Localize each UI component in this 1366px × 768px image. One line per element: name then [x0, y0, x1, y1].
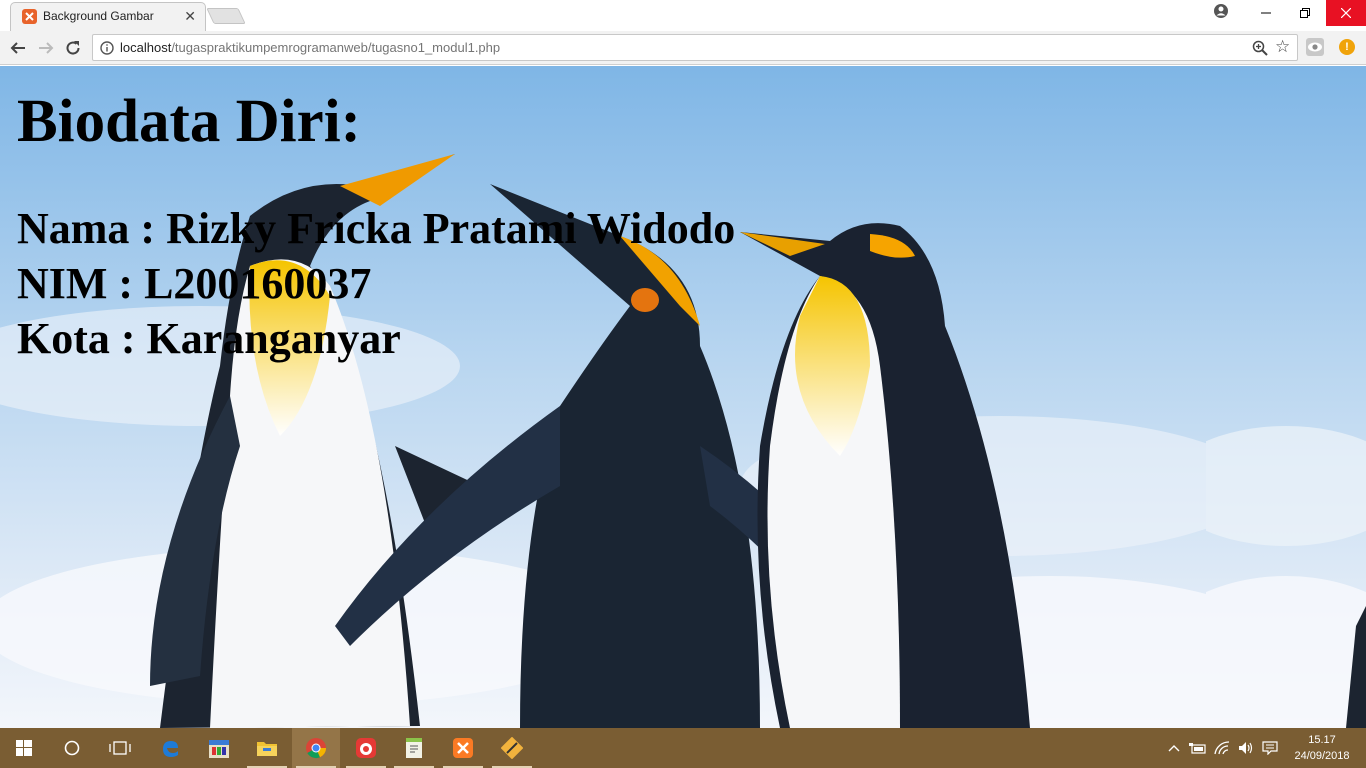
battery-button[interactable] [1187, 728, 1209, 768]
nama-line: Nama : Rizky Fricka Pratami Widodo [17, 204, 736, 253]
minimize-button[interactable] [1246, 0, 1286, 26]
edge-icon [163, 741, 178, 757]
kota-line: Kota : Karanganyar [17, 314, 401, 363]
taskbar-clock[interactable]: 15.17 24/09/2018 [1284, 732, 1360, 764]
background-tile-image [1206, 66, 1366, 728]
chevron-up-icon [1168, 745, 1180, 752]
forward-arrow-icon [39, 42, 54, 54]
notification-icon [1262, 741, 1278, 755]
back-button[interactable] [8, 38, 28, 58]
nim-line: NIM : L200160037 [17, 259, 372, 308]
page-viewport: Biodata Diri: Nama : Rizky Fricka Pratam… [0, 66, 1366, 728]
bookmark-star-icon[interactable]: ☆ [1275, 38, 1290, 56]
minimize-icon [1261, 12, 1271, 14]
browser-tab[interactable]: Background Gambar ✕ [10, 2, 206, 31]
close-window-button[interactable] [1326, 0, 1366, 26]
action-center-button[interactable] [1259, 728, 1281, 768]
page-heading: Biodata Diri: [17, 88, 361, 155]
reload-icon [66, 41, 80, 55]
cortana-icon [64, 740, 80, 756]
file-explorer-app[interactable] [243, 728, 291, 768]
wifi-button[interactable] [1211, 728, 1233, 768]
editor-app[interactable] [488, 728, 536, 768]
task-view-icon [109, 741, 131, 755]
task-view-button[interactable] [96, 728, 144, 768]
edge-app[interactable] [146, 728, 194, 768]
close-icon [1341, 8, 1351, 18]
url-text: localhost/tugaspraktikumpemrogramanweb/t… [120, 40, 500, 55]
reload-button[interactable] [63, 38, 83, 58]
xampp-icon [453, 738, 473, 758]
notepad-plus-app[interactable] [390, 728, 438, 768]
chrome-app[interactable] [292, 728, 340, 768]
new-tab-button[interactable] [206, 8, 246, 24]
calendar-app-icon [209, 740, 229, 758]
editor-app-icon [501, 737, 523, 759]
eye-extension-icon[interactable] [1306, 38, 1324, 56]
restore-icon [1300, 8, 1310, 18]
biodata-content: Biodata Diri: Nama : Rizky Fricka Pratam… [17, 88, 735, 366]
cortana-button[interactable] [48, 728, 96, 768]
file-explorer-icon [257, 742, 277, 756]
tab-strip: Background Gambar ✕ [0, 0, 1366, 31]
clock-date: 24/09/2018 [1294, 750, 1350, 762]
zoom-icon[interactable] [1252, 40, 1268, 56]
url-host: localhost [120, 40, 172, 55]
volume-button[interactable] [1235, 728, 1257, 768]
url-path: /tugaspraktikumpemrogramanweb/tugasno1_m… [171, 40, 501, 55]
info-icon[interactable] [100, 41, 114, 55]
volume-icon [1239, 742, 1253, 754]
back-arrow-icon [10, 42, 25, 54]
media-app[interactable] [342, 728, 390, 768]
wifi-icon [1214, 741, 1230, 755]
show-hidden-icons-button[interactable] [1164, 728, 1184, 768]
forward-button[interactable] [36, 38, 56, 58]
calendar-app[interactable] [195, 728, 243, 768]
tab-close-icon[interactable]: ✕ [184, 8, 196, 24]
notepad-plus-icon [406, 738, 422, 758]
tab-title: Background Gambar [43, 9, 154, 23]
media-app-icon [356, 738, 376, 758]
alert-extension-icon[interactable]: ! [1339, 39, 1355, 55]
taskbar: 15.17 24/09/2018 [0, 728, 1366, 768]
clock-time: 15.17 [1308, 734, 1336, 746]
xampp-favicon-icon [22, 9, 37, 24]
address-bar[interactable]: localhost/tugaspraktikumpemrogramanweb/t… [92, 34, 1298, 61]
battery-icon [1189, 743, 1206, 754]
restore-button[interactable] [1285, 0, 1325, 26]
profile-icon[interactable] [1214, 4, 1228, 18]
start-icon [16, 740, 32, 756]
chrome-icon [306, 738, 327, 759]
start-button[interactable] [0, 728, 48, 768]
browser-toolbar: localhost/tugaspraktikumpemrogramanweb/t… [0, 31, 1366, 65]
xampp-app[interactable] [439, 728, 487, 768]
